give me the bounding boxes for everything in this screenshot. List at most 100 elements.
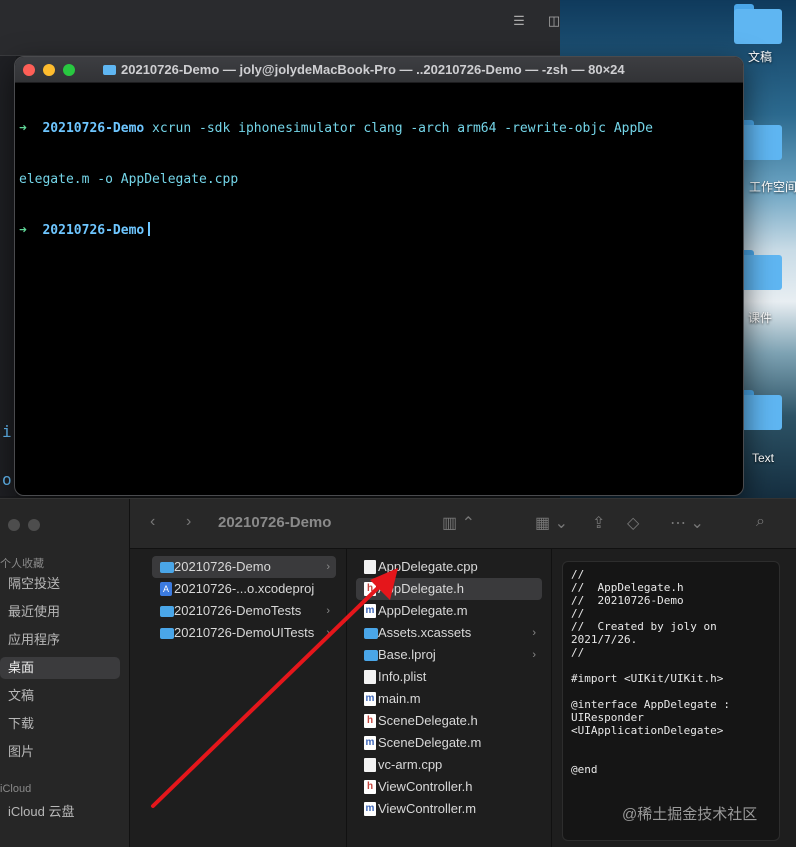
back-icon[interactable]: ‹ <box>150 513 155 531</box>
item-label: AppDelegate.cpp <box>378 559 478 574</box>
list-item[interactable]: 20210726-Demo › <box>152 556 336 578</box>
tag-icon[interactable]: ◇ <box>627 513 639 533</box>
terminal-cursor <box>148 222 151 236</box>
sidebar-item-documents[interactable]: 文稿 <box>0 685 120 707</box>
list-item[interactable]: h SceneDelegate.h <box>356 710 542 732</box>
item-label: 20210726-DemoTests <box>174 603 302 618</box>
list-item[interactable]: Info.plist <box>356 666 542 688</box>
prompt-directory: 20210726-Demo <box>42 223 145 238</box>
item-label: Base.lproj <box>378 647 436 662</box>
sidebar-section-icloud: iCloud <box>0 783 32 795</box>
chevron-right-icon: › <box>532 627 536 639</box>
window-button[interactable] <box>8 519 20 531</box>
sidebar-item-applications[interactable]: 应用程序 <box>0 629 120 651</box>
terminal-line: ➜ 20210726-Demo <box>19 222 743 239</box>
item-label: 20210726-Demo <box>174 559 271 574</box>
chevron-right-icon: › <box>326 561 330 573</box>
file-preview[interactable]: // // AppDelegate.h // 20210726-Demo // … <box>562 561 780 841</box>
sidebar-item-recents[interactable]: 最近使用 <box>0 601 120 623</box>
plist-file-icon <box>364 670 376 684</box>
finder-toolbar: ‹ › 20210726-Demo ▥ ⌃ ▦ ⌄ ⇪ ◇ ⋯ ⌄ ⌕ <box>130 499 796 549</box>
list-item[interactable]: Base.lproj › <box>356 644 542 666</box>
folder-icon <box>160 628 174 639</box>
item-label: SceneDelegate.h <box>378 713 478 728</box>
xcodeproj-icon: A <box>160 582 172 596</box>
terminal-line: ➜ 20210726-Demo xcrun -sdk iphonesimulat… <box>19 120 743 137</box>
list-item[interactable]: h ViewController.h <box>356 776 542 798</box>
sidebar-item-icloud-drive[interactable]: iCloud 云盘 <box>0 801 120 823</box>
view-columns-icon[interactable]: ▥ ⌃ <box>442 513 475 533</box>
sidebar-item-desktop[interactable]: 桌面 <box>0 657 120 679</box>
search-icon[interactable]: ⌕ <box>756 513 765 531</box>
objc-file-icon: m <box>364 604 376 618</box>
item-label: Assets.xcassets <box>378 625 472 640</box>
item-label: ViewController.h <box>378 779 473 794</box>
cpp-file-icon <box>364 758 376 772</box>
folder-icon <box>160 606 174 617</box>
terminal-output[interactable]: ➜ 20210726-Demo xcrun -sdk iphonesimulat… <box>19 86 743 495</box>
lines-icon[interactable]: ☰ <box>510 13 528 29</box>
list-item[interactable]: 20210726-DemoUITests › <box>152 622 336 644</box>
close-button[interactable] <box>23 64 35 76</box>
editor-glyph: o <box>2 470 12 489</box>
command-text: elegate.m -o AppDelegate.cpp <box>19 172 239 187</box>
list-item[interactable]: Assets.xcassets › <box>356 622 542 644</box>
sidebar-item-airdrop[interactable]: 隔空投送 <box>0 573 120 595</box>
prompt-directory: 20210726-Demo <box>42 121 145 136</box>
objc-file-icon: m <box>364 802 376 816</box>
list-item[interactable]: m main.m <box>356 688 542 710</box>
share-icon[interactable]: ⇪ <box>592 513 605 533</box>
item-label: ViewController.m <box>378 801 477 816</box>
sidebar-item-downloads[interactable]: 下载 <box>0 713 120 735</box>
chevron-right-icon: › <box>532 649 536 661</box>
list-item[interactable]: vc-arm.cpp <box>356 754 542 776</box>
list-item[interactable]: m SceneDelegate.m <box>356 732 542 754</box>
cpp-file-icon <box>364 560 376 574</box>
list-item[interactable]: AppDelegate.cpp <box>356 556 542 578</box>
group-icon[interactable]: ▦ ⌄ <box>535 513 568 533</box>
terminal-title-text: 20210726-Demo — joly@jolydeMacBook-Pro —… <box>121 62 625 77</box>
sidebar-section-favorites: 个人收藏 <box>0 558 44 570</box>
list-item[interactable]: h AppDelegate.h <box>356 578 542 600</box>
desktop-folder-icon[interactable] <box>734 4 782 44</box>
maximize-button[interactable] <box>63 64 75 76</box>
list-item[interactable]: A 20210726-...o.xcodeproj <box>152 578 336 600</box>
header-file-icon: h <box>364 582 376 596</box>
finder-column-1: 20210726-Demo › A 20210726-...o.xcodepro… <box>142 549 347 847</box>
list-item[interactable]: 20210726-DemoTests › <box>152 600 336 622</box>
terminal-window[interactable]: 20210726-Demo — joly@jolydeMacBook-Pro —… <box>14 56 744 496</box>
background-window-toolbar: ☰ ◫ <box>0 0 572 56</box>
editor-glyph: i <box>2 422 12 441</box>
forward-icon[interactable]: › <box>186 513 191 531</box>
watermark: @稀土掘金技术社区 <box>622 806 758 823</box>
minimize-button[interactable] <box>43 64 55 76</box>
more-icon[interactable]: ⋯ ⌄ <box>670 513 704 533</box>
list-item[interactable]: m ViewController.m <box>356 798 542 820</box>
finder-column-2: AppDelegate.cpp h AppDelegate.h m AppDel… <box>348 549 552 847</box>
prompt-arrow: ➜ <box>19 223 27 238</box>
window-button[interactable] <box>28 519 40 531</box>
folder-icon <box>364 628 378 639</box>
finder-window[interactable]: 个人收藏 隔空投送 最近使用 应用程序 桌面 文稿 下载 图片 iCloud i… <box>0 498 796 847</box>
item-label: 20210726-DemoUITests <box>174 625 315 640</box>
window-title: 20210726-Demo <box>218 514 332 531</box>
terminal-title: 20210726-Demo — joly@jolydeMacBook-Pro —… <box>103 62 625 77</box>
objc-file-icon: m <box>364 736 376 750</box>
finder-sidebar: 个人收藏 隔空投送 最近使用 应用程序 桌面 文稿 下载 图片 iCloud i… <box>0 499 130 847</box>
header-file-icon: h <box>364 780 376 794</box>
chevron-right-icon: › <box>326 605 330 617</box>
desktop-folder-label: 工作空间 <box>748 180 796 194</box>
terminal-titlebar[interactable]: 20210726-Demo — joly@jolydeMacBook-Pro —… <box>15 57 743 83</box>
prompt-arrow: ➜ <box>19 121 27 136</box>
item-label: 20210726-...o.xcodeproj <box>174 581 315 596</box>
list-item[interactable]: m AppDelegate.m <box>356 600 542 622</box>
sidebar-item-pictures[interactable]: 图片 <box>0 741 120 763</box>
item-label: AppDelegate.h <box>378 581 465 596</box>
header-file-icon: h <box>364 714 376 728</box>
folder-icon <box>160 562 174 573</box>
item-label: SceneDelegate.m <box>378 735 482 750</box>
item-label: vc-arm.cpp <box>378 757 443 772</box>
terminal-line: elegate.m -o AppDelegate.cpp <box>19 171 743 188</box>
chevron-right-icon: › <box>326 627 330 639</box>
command-text: xcrun -sdk iphonesimulator clang -arch a… <box>144 121 653 136</box>
